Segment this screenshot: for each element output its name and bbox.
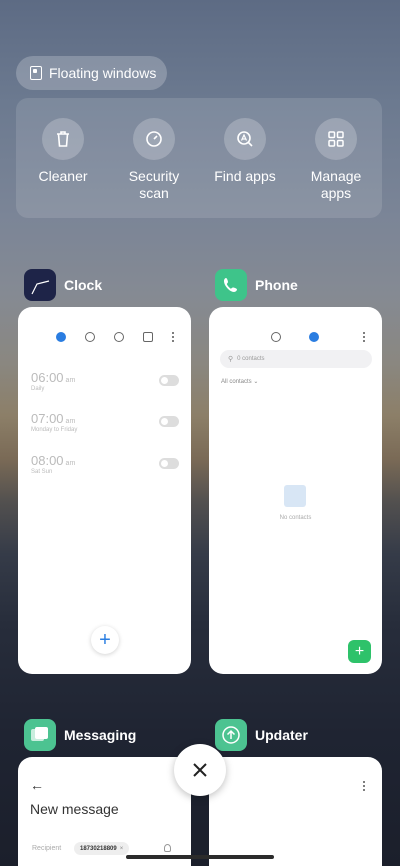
security-icon	[133, 118, 175, 160]
find-apps-icon	[224, 118, 266, 160]
find-apps-label: Find apps	[214, 168, 276, 184]
add-contact-icon[interactable]	[164, 844, 171, 852]
updater-card-header[interactable]: Updater	[215, 719, 308, 751]
contacts-search-input[interactable]: ⚲ 0 contacts	[220, 350, 372, 368]
trash-icon	[42, 118, 84, 160]
messaging-card-title: Messaging	[64, 727, 137, 743]
call-log-icon[interactable]	[271, 332, 281, 342]
home-indicator[interactable]	[126, 855, 274, 859]
alarm-icon[interactable]	[56, 332, 66, 342]
add-alarm-button[interactable]: +	[91, 626, 119, 654]
recipient-label: Recipient	[32, 845, 62, 852]
more-options-icon[interactable]	[363, 332, 366, 342]
back-arrow-icon[interactable]: ←	[30, 777, 44, 793]
security-scan-button[interactable]: Security scan	[109, 118, 199, 202]
floating-window-icon	[30, 66, 42, 80]
more-options-icon[interactable]	[363, 781, 366, 791]
messaging-app-icon	[24, 719, 56, 751]
grid-icon	[315, 118, 357, 160]
clock-card-header[interactable]: Clock	[24, 269, 102, 301]
floating-windows-label: Floating windows	[49, 65, 157, 81]
stopwatch-icon[interactable]	[114, 332, 124, 342]
updater-app-card[interactable]	[209, 757, 382, 866]
manage-apps-button[interactable]: Manage apps	[291, 118, 381, 202]
messaging-card-header[interactable]: Messaging	[24, 719, 136, 751]
messaging-app-card[interactable]: ← New message Recipient 18730218809 ×	[18, 757, 191, 866]
more-options-icon[interactable]	[172, 332, 175, 342]
updater-card-title: Updater	[255, 727, 308, 743]
updater-app-icon	[215, 719, 247, 751]
empty-contacts-text: No contacts	[279, 515, 312, 521]
phone-tabs	[209, 329, 382, 345]
phone-app-card[interactable]: ⚲ 0 contacts All contacts ⌄ No contacts …	[209, 307, 382, 674]
floating-windows-button[interactable]: Floating windows	[16, 56, 167, 90]
clock-app-card[interactable]: 06:00 am Daily 07:00 am Monday to Friday 0…	[18, 307, 191, 674]
close-icon	[193, 763, 207, 777]
quick-tools-panel: Cleaner Security scan Find apps Manage a…	[16, 98, 382, 218]
cleaner-label: Cleaner	[38, 168, 88, 184]
all-contacts-filter[interactable]: All contacts ⌄	[221, 378, 258, 385]
recipient-chip[interactable]: 18730218809 ×	[74, 842, 130, 855]
alarm-toggle[interactable]	[159, 375, 179, 386]
add-contact-button[interactable]: +	[348, 640, 371, 663]
phone-card-header[interactable]: Phone	[215, 269, 298, 301]
search-icon: ⚲	[228, 356, 234, 363]
clear-all-button[interactable]	[174, 744, 226, 796]
contacts-icon[interactable]	[309, 332, 319, 342]
new-message-title: New message	[30, 801, 119, 817]
empty-contacts-icon	[284, 485, 306, 507]
world-clock-icon[interactable]	[85, 332, 95, 342]
alarm-toggle[interactable]	[159, 416, 179, 427]
timer-icon[interactable]	[143, 332, 153, 342]
clock-app-icon	[24, 269, 56, 301]
cleaner-button[interactable]: Cleaner	[18, 118, 108, 185]
clock-tabs	[18, 329, 191, 345]
find-apps-button[interactable]: Find apps	[200, 118, 290, 185]
clock-card-title: Clock	[64, 277, 103, 293]
alarm-toggle[interactable]	[159, 458, 179, 469]
chevron-down-icon: ⌄	[253, 379, 259, 385]
phone-card-title: Phone	[255, 277, 298, 293]
security-scan-label: Security scan	[128, 168, 180, 201]
remove-recipient-icon[interactable]: ×	[120, 846, 124, 852]
manage-apps-label: Manage apps	[310, 168, 362, 201]
phone-app-icon	[215, 269, 247, 301]
